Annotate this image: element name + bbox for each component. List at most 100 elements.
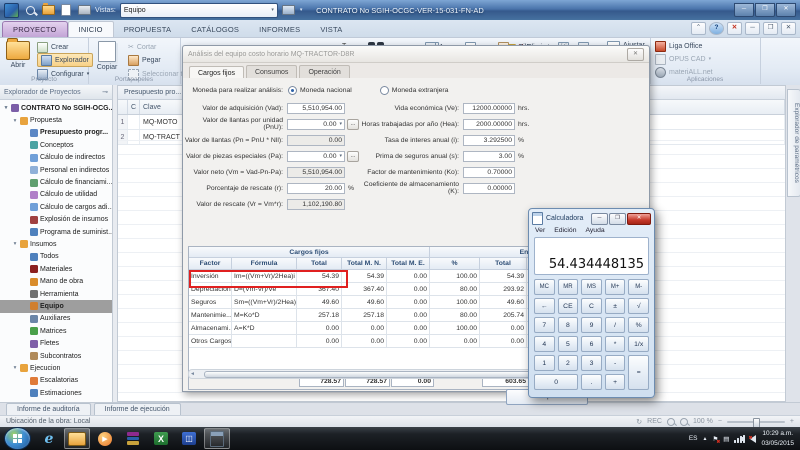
rescate-input[interactable]: 20.00: [287, 183, 345, 194]
tree-item-escalatorias[interactable]: Escalatorias: [0, 375, 112, 387]
zoom-select-icon[interactable]: [667, 418, 675, 426]
grid-col-c[interactable]: C: [128, 100, 140, 114]
abrir-button[interactable]: Abrir: [1, 40, 35, 69]
key-7[interactable]: 7: [534, 317, 555, 333]
key-divide[interactable]: /: [605, 317, 626, 333]
volume-muted-icon[interactable]: [750, 435, 756, 443]
key-percent[interactable]: %: [628, 317, 649, 333]
clock[interactable]: 10:29 a.m. 03/05/2015: [761, 429, 794, 447]
zoom-slider-thumb[interactable]: [753, 418, 760, 428]
key-6[interactable]: 6: [581, 336, 602, 352]
tree-item-herramienta[interactable]: Herramienta: [0, 288, 112, 300]
menu-edicion[interactable]: Edición: [554, 227, 576, 234]
tab-vista[interactable]: VISTA: [310, 22, 352, 37]
key-0[interactable]: 0: [534, 374, 578, 390]
pnu-input[interactable]: 0.00▾: [287, 119, 345, 130]
taskbar-file-explorer[interactable]: [64, 428, 90, 449]
col-total-me[interactable]: Total M. E.: [387, 258, 430, 270]
zoom-in-icon[interactable]: +: [790, 418, 794, 425]
minimize-button[interactable]: ─: [734, 3, 754, 17]
crear-button[interactable]: Crear: [37, 41, 69, 53]
col-reserva-total[interactable]: Total: [480, 258, 527, 270]
explorador-button[interactable]: Explorador: [37, 54, 93, 66]
dialog-close-icon[interactable]: ✕: [627, 48, 644, 61]
key-ms[interactable]: MS: [581, 279, 602, 295]
key-equals[interactable]: =: [628, 355, 649, 390]
tree-item-insumos[interactable]: ▾Insumos: [0, 238, 112, 250]
key-mr[interactable]: MR: [558, 279, 579, 295]
key-5[interactable]: 5: [558, 336, 579, 352]
key-9[interactable]: 9: [581, 317, 602, 333]
new-document-icon[interactable]: [59, 4, 73, 17]
key-4[interactable]: 4: [534, 336, 555, 352]
tree-item-explosion-insumos[interactable]: Explosión de insumos: [0, 214, 112, 226]
col-factor[interactable]: Factor: [189, 258, 232, 270]
key-8[interactable]: 8: [558, 317, 579, 333]
zoom-out-icon[interactable]: −: [718, 418, 722, 425]
key-1[interactable]: 1: [534, 355, 555, 371]
taskbar-opus[interactable]: ◫: [176, 428, 202, 449]
key-backspace[interactable]: ←: [534, 298, 555, 314]
calc-close-button[interactable]: ✕: [627, 213, 651, 225]
chevron-down-icon[interactable]: ▾: [339, 153, 342, 159]
menu-ver[interactable]: Ver: [535, 227, 545, 234]
tree-item-calc-financiamiento[interactable]: Cálculo de financiami...: [0, 176, 112, 188]
k-input[interactable]: 0.00000: [463, 183, 515, 194]
vad-input[interactable]: 5,510,954.00: [287, 103, 345, 114]
tasa-input[interactable]: 3.292500: [463, 135, 515, 146]
key-2[interactable]: 2: [558, 355, 579, 371]
key-mminus[interactable]: M-: [628, 279, 649, 295]
hea-input[interactable]: 2000.00000: [463, 119, 515, 130]
tab-catalogos[interactable]: CATÁLOGOS: [181, 22, 249, 37]
tree-item-contrato[interactable]: ▾CONTRATO No SGIH-OCG...: [0, 102, 112, 114]
collapse-ribbon-icon[interactable]: ⌃: [691, 22, 706, 35]
pa-input[interactable]: 0.00▾: [287, 151, 345, 162]
calculator-titlebar[interactable]: Calculadora ─ ❐ ✕: [529, 209, 654, 226]
key-c[interactable]: C: [581, 298, 602, 314]
dialog-titlebar[interactable]: Análisis del equipo costo horario MQ-TRA…: [183, 46, 649, 63]
parametric-explorer-tab[interactable]: Explorador de paramétricos: [787, 89, 800, 197]
taskbar-internet-explorer[interactable]: e: [36, 428, 62, 449]
tab-operacion[interactable]: Operación: [299, 65, 349, 78]
tab-informe-ejecucion[interactable]: Informe de ejecución: [94, 403, 181, 415]
tree-item-personal-indirectos[interactable]: Personal en indirectos: [0, 164, 112, 176]
tray-expand-icon[interactable]: ▲: [703, 436, 708, 442]
tree-item-equipo[interactable]: Equipo: [0, 300, 112, 312]
tree-item-programa-suministros[interactable]: Programa de suminist...: [0, 226, 112, 238]
tree-item-ejecucion[interactable]: ▾Ejecucion: [0, 362, 112, 374]
key-plusminus[interactable]: ±: [605, 298, 626, 314]
calc-restore-button[interactable]: ❐: [609, 213, 626, 225]
tree-item-fletes[interactable]: Fletes: [0, 337, 112, 349]
child-restore-button[interactable]: ❐: [763, 22, 778, 35]
tray-document-icon[interactable]: ▤: [723, 435, 729, 443]
chevron-down-icon[interactable]: ▾: [339, 121, 342, 127]
calc-minimize-button[interactable]: ─: [591, 213, 608, 225]
tree-item-auxiliares[interactable]: Auxiliares: [0, 313, 112, 325]
tab-proyecto[interactable]: PROYECTO: [2, 21, 68, 37]
tab-inicio[interactable]: INICIO: [68, 21, 114, 37]
vistas-dropdown[interactable]: Equipo ▾: [120, 3, 278, 18]
pin-icon[interactable]: ⊸: [102, 88, 108, 96]
tree-item-calc-utilidad[interactable]: Cálculo de utilidad: [0, 189, 112, 201]
key-3[interactable]: 3: [581, 355, 602, 371]
radio-moneda-extranjera[interactable]: [380, 86, 389, 95]
tree-item-mano-de-obra[interactable]: Mano de obra: [0, 275, 112, 287]
ve-input[interactable]: 12000.00000: [463, 103, 515, 114]
taskbar-excel[interactable]: X: [148, 428, 174, 449]
copiar-button[interactable]: Copiar: [90, 40, 124, 71]
ko-input[interactable]: 0.70000: [463, 167, 515, 178]
tree-item-estimaciones[interactable]: Estimaciones: [0, 387, 112, 399]
prima-input[interactable]: 3.00: [463, 151, 515, 162]
close-document-icon[interactable]: ✕: [727, 22, 742, 35]
refresh-icon[interactable]: ↻: [636, 418, 642, 426]
child-close-button[interactable]: ✕: [781, 22, 796, 35]
restore-button[interactable]: ❐: [755, 3, 775, 17]
tree-item-propuesta[interactable]: ▾Propuesta: [0, 114, 112, 126]
view-settings-icon[interactable]: [282, 4, 296, 17]
tree-item-calc-cargos[interactable]: Cálculo de cargos adi...: [0, 201, 112, 213]
col-total[interactable]: Total: [297, 258, 342, 270]
tree-item-todos[interactable]: Todos: [0, 251, 112, 263]
print-icon[interactable]: [77, 4, 91, 17]
taskbar-winrar[interactable]: [120, 428, 146, 449]
key-reciprocal[interactable]: 1/x: [628, 336, 649, 352]
